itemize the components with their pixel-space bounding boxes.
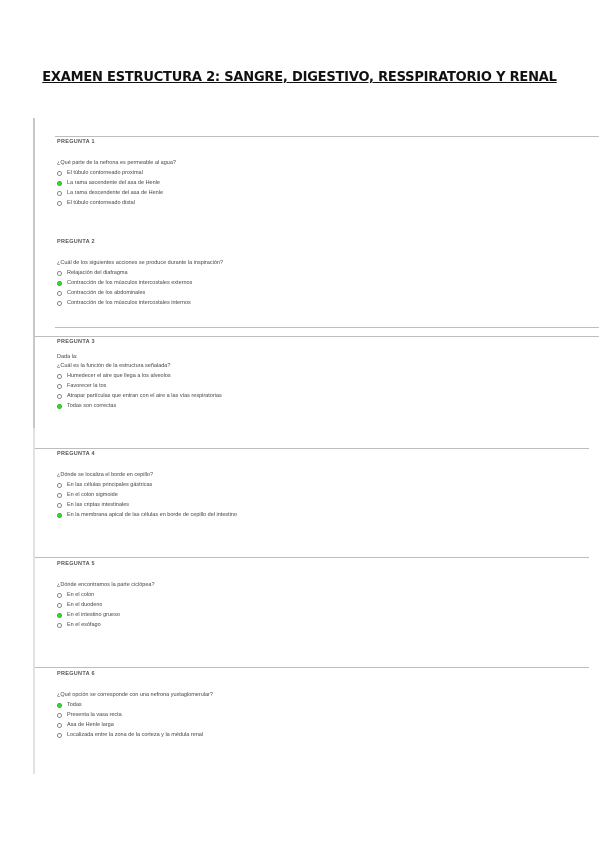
- option-label: Humedecer el aire que llega a los alveol…: [67, 373, 171, 379]
- question-number: PREGUNTA 6: [57, 671, 95, 677]
- radio-button-selected[interactable]: [57, 612, 62, 618]
- answer-option[interactable]: En el colon sigmoide: [57, 490, 587, 500]
- answer-option[interactable]: En la membrana apical de las células en …: [57, 510, 587, 520]
- answer-option[interactable]: Localizada entre la zona de la corteza y…: [57, 730, 587, 740]
- radio-button-selected[interactable]: [57, 702, 62, 708]
- radio-button[interactable]: [57, 373, 62, 379]
- radio-button[interactable]: [57, 712, 62, 718]
- option-label: Contracción de los abdominales: [67, 290, 146, 296]
- option-label: Todas: [67, 702, 82, 708]
- answer-option[interactable]: El túbulo contorneado proximal: [57, 168, 587, 178]
- question-text: ¿Cuál de los siguientes acciones se prod…: [57, 260, 224, 266]
- answer-option[interactable]: La rama descendente del asa de Henle: [57, 188, 587, 198]
- answer-option[interactable]: Favorecer la tos: [57, 381, 587, 391]
- option-label: La rama ascendente del asa de Henle: [67, 180, 160, 186]
- option-label: En el esófago: [67, 622, 101, 628]
- question-number: PREGUNTA 3: [57, 339, 95, 345]
- answer-option[interactable]: Contracción de los abdominales: [57, 288, 587, 298]
- answer-option[interactable]: Contracción de los músculos intercostale…: [57, 278, 587, 288]
- question-number: PREGUNTA 2: [57, 239, 95, 245]
- question-block-3: PREGUNTA 3 Dada la: ¿Cuál es la función …: [57, 339, 587, 411]
- radio-button[interactable]: [57, 482, 62, 488]
- option-label: Favorecer la tos: [67, 383, 107, 389]
- radio-button[interactable]: [57, 622, 62, 628]
- radio-button[interactable]: [57, 502, 62, 508]
- question-separator: [55, 327, 599, 328]
- radio-button[interactable]: [57, 492, 62, 498]
- option-label: En el colon: [67, 592, 95, 598]
- option-label: En el colon sigmoide: [67, 492, 118, 498]
- answer-option[interactable]: Presenta la vasa recta: [57, 710, 587, 720]
- answer-option[interactable]: En el intestino grueso: [57, 610, 587, 620]
- radio-button-selected[interactable]: [57, 280, 62, 286]
- option-label: Contracción de los músculos intercostale…: [67, 280, 193, 286]
- question-separator: [35, 557, 589, 558]
- question-text: ¿Cuál es la función de la estructura señ…: [57, 363, 171, 369]
- option-label: En las criptas intestinales: [67, 502, 130, 508]
- option-label: Relajación del diafragma: [67, 270, 128, 276]
- option-label: Asa de Henle larga: [67, 722, 114, 728]
- answer-option[interactable]: En las células principales gástricas: [57, 480, 587, 490]
- question-block-5: PREGUNTA 5 ¿Dónde encontramos la parte c…: [57, 561, 587, 630]
- radio-button[interactable]: [57, 200, 62, 206]
- radio-button[interactable]: [57, 732, 62, 738]
- answer-option[interactable]: El túbulo contorneado distal: [57, 198, 587, 208]
- question-text: ¿Dónde se localiza el borde en cepillo?: [57, 472, 154, 478]
- question-block-2: PREGUNTA 2 ¿Cuál de los siguientes accio…: [57, 239, 587, 308]
- answer-option[interactable]: Humedecer el aire que llega a los alveol…: [57, 371, 587, 381]
- option-label: En el duodeno: [67, 602, 103, 608]
- answer-option[interactable]: La rama ascendente del asa de Henle: [57, 178, 587, 188]
- radio-button[interactable]: [57, 393, 62, 399]
- radio-button[interactable]: [57, 722, 62, 728]
- question-block-1: PREGUNTA 1 ¿Qué parte de la nefrona es p…: [57, 139, 587, 208]
- question-number: PREGUNTA 5: [57, 561, 95, 567]
- answer-option[interactable]: Asa de Henle larga: [57, 720, 587, 730]
- question-text: ¿Qué opción se corresponde con una nefro…: [57, 692, 213, 698]
- question-separator: [55, 136, 599, 137]
- radio-button[interactable]: [57, 170, 62, 176]
- option-label: En la membrana apical de las células en …: [67, 512, 237, 518]
- question-number: PREGUNTA 4: [57, 451, 95, 457]
- option-label: Presenta la vasa recta: [67, 712, 122, 718]
- radio-button[interactable]: [57, 300, 62, 306]
- answer-option[interactable]: Todas: [57, 700, 587, 710]
- question-separator: [35, 667, 589, 668]
- answer-option[interactable]: Relajación del diafragma: [57, 268, 587, 278]
- question-text: ¿Qué parte de la nefrona es permeable al…: [57, 160, 176, 166]
- radio-button[interactable]: [57, 190, 62, 196]
- exam-title: EXAMEN ESTRUCTURA 2: SANGRE, DIGESTIVO, …: [42, 70, 557, 85]
- answer-option[interactable]: Atrapar partículas que entran con el air…: [57, 391, 587, 401]
- question-separator: [35, 336, 599, 337]
- option-label: Atrapar partículas que entran con el air…: [67, 393, 222, 399]
- answer-option[interactable]: Todas son correctas: [57, 401, 587, 411]
- question-block-4: PREGUNTA 4 ¿Dónde se localiza el borde e…: [57, 451, 587, 520]
- option-label: Contracción de los músculos intercostale…: [67, 300, 191, 306]
- option-label: En el intestino grueso: [67, 612, 120, 618]
- radio-button[interactable]: [57, 602, 62, 608]
- option-label: El túbulo contorneado distal: [67, 200, 135, 206]
- radio-button[interactable]: [57, 592, 62, 598]
- question-intro: Dada la:: [57, 354, 78, 360]
- option-label: Localizada entre la zona de la corteza y…: [67, 732, 204, 738]
- option-label: La rama descendente del asa de Henle: [67, 190, 164, 196]
- radio-button[interactable]: [57, 290, 62, 296]
- answer-option[interactable]: En el colon: [57, 590, 587, 600]
- option-label: El túbulo contorneado proximal: [67, 170, 143, 176]
- answer-option[interactable]: Contracción de los músculos intercostale…: [57, 298, 587, 308]
- radio-button-selected[interactable]: [57, 512, 62, 518]
- question-separator: [35, 448, 589, 449]
- radio-button-selected[interactable]: [57, 180, 62, 186]
- question-block-6: PREGUNTA 6 ¿Qué opción se corresponde co…: [57, 671, 587, 740]
- option-label: En las células principales gástricas: [67, 482, 153, 488]
- radio-button-selected[interactable]: [57, 403, 62, 409]
- answer-option[interactable]: En el duodeno: [57, 600, 587, 610]
- question-number: PREGUNTA 1: [57, 139, 95, 145]
- radio-button[interactable]: [57, 270, 62, 276]
- question-text: ¿Dónde encontramos la parte ciclópea?: [57, 582, 155, 588]
- answer-option[interactable]: En el esófago: [57, 620, 587, 630]
- radio-button[interactable]: [57, 383, 62, 389]
- left-margin-rule-dark: [33, 118, 35, 428]
- option-label: Todas son correctas: [67, 403, 117, 409]
- answer-option[interactable]: En las criptas intestinales: [57, 500, 587, 510]
